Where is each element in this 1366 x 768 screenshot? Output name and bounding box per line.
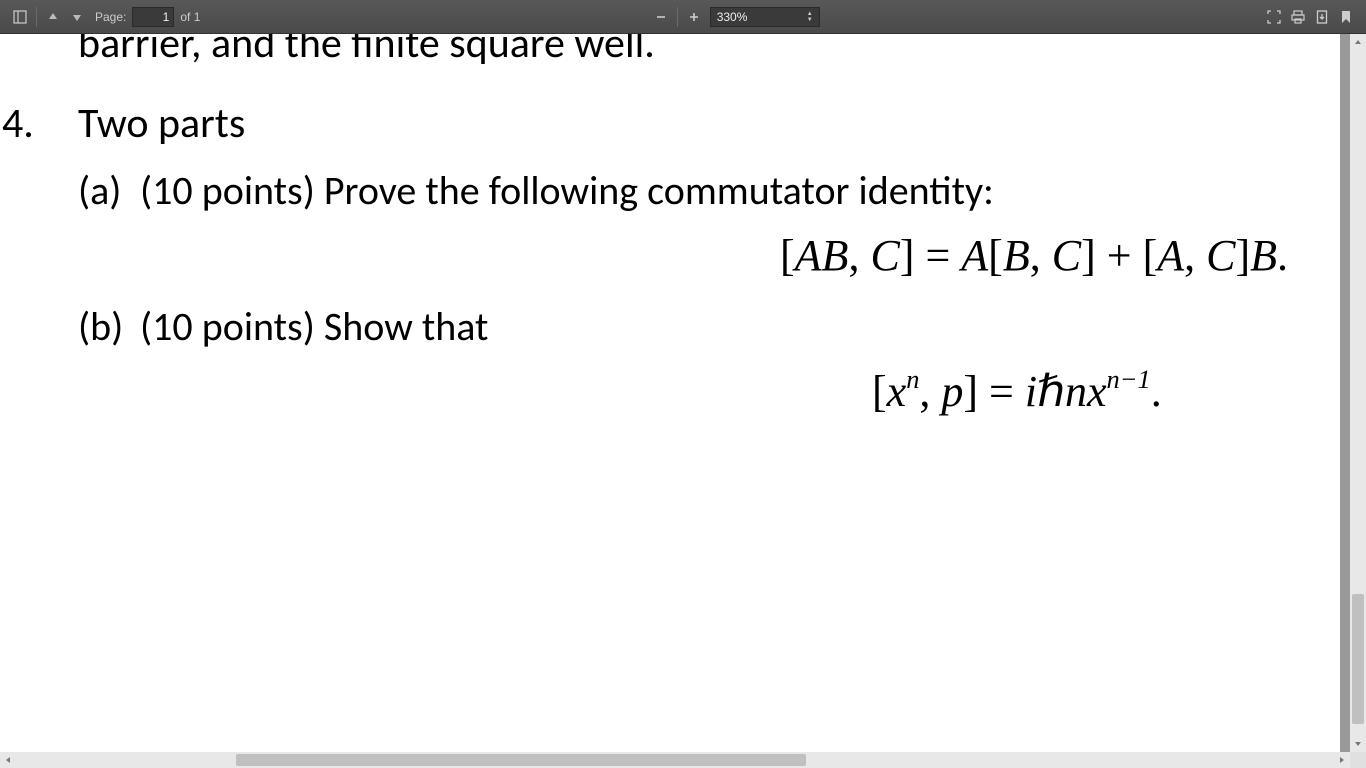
toolbar-separator (36, 7, 37, 27)
print-button[interactable] (1286, 5, 1310, 29)
toolbar-separator (677, 7, 678, 27)
part-b-text: (10 points) Show that (140, 302, 488, 351)
page-label: Page: (95, 10, 126, 24)
document-page: barrier, and the finite square well. 4. … (0, 34, 1340, 752)
zoom-select[interactable]: 330% ▲▼ (710, 7, 820, 27)
part-b-label: (b) (78, 302, 123, 351)
page-total-prefix: of (180, 10, 190, 24)
equation-a: [AB, C] = A[B, C] + [A, C]B. (780, 230, 1288, 281)
fullscreen-button[interactable] (1262, 5, 1286, 29)
part-a-label: (a) (78, 166, 121, 215)
previous-line-clipped: barrier, and the finite square well. (78, 34, 655, 69)
pdf-toolbar: Page: of 1 330% ▲▼ (0, 0, 1366, 34)
bookmark-button[interactable] (1334, 5, 1358, 29)
page-down-button[interactable] (65, 5, 89, 29)
scroll-right-button[interactable] (1334, 752, 1350, 768)
question-number: 4. (2, 98, 34, 149)
zoom-value: 330% (717, 10, 748, 24)
horizontal-scrollbar-thumb[interactable] (236, 754, 806, 766)
horizontal-scrollbar[interactable] (0, 752, 1366, 768)
zoom-out-button[interactable] (649, 5, 673, 29)
vertical-scrollbar[interactable] (1350, 34, 1366, 752)
zoom-in-button[interactable] (682, 5, 706, 29)
download-button[interactable] (1310, 5, 1334, 29)
page-total: of 1 (180, 10, 200, 24)
page-total-value: 1 (194, 10, 201, 24)
sidebar-toggle-button[interactable] (8, 5, 32, 29)
equation-b: [xn, p] = iℏnxn−1. (872, 366, 1162, 417)
scroll-up-button[interactable] (1350, 34, 1366, 50)
zoom-stepper-icon: ▲▼ (807, 11, 813, 23)
scroll-left-button[interactable] (0, 752, 16, 768)
page-up-button[interactable] (41, 5, 65, 29)
page-number-input[interactable] (132, 7, 174, 27)
scroll-down-button[interactable] (1350, 736, 1366, 752)
scrollbar-corner (1350, 752, 1366, 768)
question-title: Two parts (78, 98, 245, 149)
part-a-text: (10 points) Prove the following commutat… (140, 166, 994, 215)
vertical-scrollbar-thumb[interactable] (1352, 594, 1364, 724)
document-viewport: barrier, and the finite square well. 4. … (0, 34, 1366, 752)
